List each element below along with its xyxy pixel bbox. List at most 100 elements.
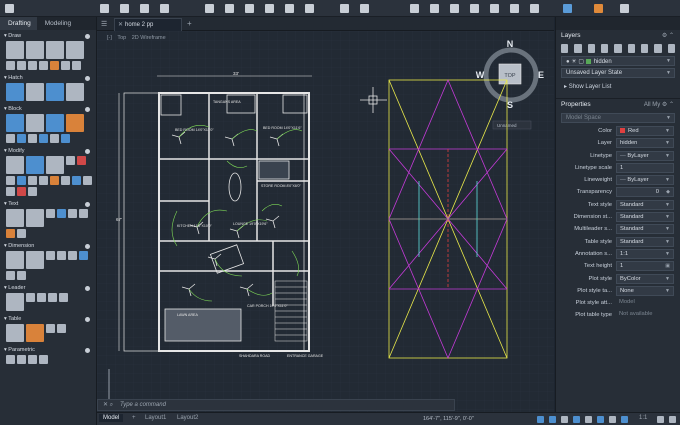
layer-state-select[interactable]: Unsaved Layer State ▼ <box>561 68 675 78</box>
property-value[interactable]: — ByLayer ▼ <box>616 175 674 186</box>
property-value[interactable]: 1 <box>616 162 674 173</box>
ortho-toggle-icon[interactable] <box>573 416 580 423</box>
rotate-tool-icon[interactable] <box>46 156 64 174</box>
block-attribute-icon[interactable] <box>66 114 84 132</box>
trim-tool-icon[interactable] <box>39 176 48 185</box>
layer-lock-icon[interactable] <box>614 44 622 53</box>
stepper-icon[interactable]: ◆ <box>666 189 670 195</box>
menu-icon[interactable] <box>5 4 14 13</box>
break-tool-icon[interactable] <box>17 187 26 196</box>
property-value[interactable]: None ▼ <box>616 285 674 296</box>
leader-section-header[interactable]: ▾ Leader <box>4 284 92 293</box>
customization-icon[interactable] <box>669 416 676 423</box>
wave-tool-icon[interactable] <box>17 61 26 70</box>
model-space-icon[interactable] <box>537 416 544 423</box>
fillet-tool-icon[interactable] <box>61 176 70 185</box>
show-constraints-icon[interactable] <box>39 355 48 364</box>
save-icon[interactable] <box>140 4 149 13</box>
dimension-section-header[interactable]: ▾ Dimension <box>4 242 92 251</box>
polyline-tool-icon[interactable] <box>26 41 44 59</box>
annotation-scale[interactable]: 1:1 <box>639 415 647 421</box>
open-icon[interactable] <box>120 4 129 13</box>
pick-point-icon[interactable]: ▣ <box>665 263 670 269</box>
collect-leader-icon[interactable] <box>59 293 68 302</box>
measure-icon[interactable] <box>490 4 499 13</box>
join-tool-icon[interactable] <box>28 187 37 196</box>
gradient-tool-icon[interactable] <box>26 83 44 101</box>
annotation-toggle-icon[interactable] <box>621 416 628 423</box>
arc-tool-icon[interactable] <box>66 41 84 59</box>
block-section-header[interactable]: ▾ Block <box>4 105 92 114</box>
text-justify-icon[interactable] <box>17 229 26 238</box>
properties-tab-icon[interactable] <box>594 4 603 13</box>
property-value[interactable]: Red ▼ <box>616 126 674 136</box>
quick-dimension-icon[interactable] <box>17 271 26 280</box>
layers-toolbar-icon[interactable] <box>410 4 419 13</box>
visual-style[interactable]: 2D Wireframe <box>132 35 166 41</box>
block-editor-icon[interactable] <box>61 134 70 143</box>
property-value[interactable]: 1 ▣ <box>616 261 674 272</box>
text-section-header[interactable]: ▾ Text <box>4 200 92 209</box>
filter-my[interactable]: My <box>652 102 660 108</box>
line-tool-icon[interactable] <box>6 41 24 59</box>
zoom-icon[interactable] <box>450 4 459 13</box>
section-options-icon[interactable] <box>85 317 90 322</box>
current-layer-select[interactable]: ● ☀ ▢ hidden ▼ <box>561 56 675 66</box>
view-icon[interactable] <box>530 4 539 13</box>
ellipse-tool-icon[interactable] <box>28 61 37 70</box>
aligned-dimension-icon[interactable] <box>26 251 44 269</box>
continue-dimension-icon[interactable] <box>6 271 15 280</box>
orbit-icon[interactable] <box>470 4 479 13</box>
compass-south[interactable]: S <box>507 100 513 110</box>
hatch-section-header[interactable]: ▾ Hatch <box>4 74 92 83</box>
compass-east[interactable]: E <box>538 70 544 80</box>
workspace-icon[interactable] <box>657 416 664 423</box>
radius-dimension-icon[interactable] <box>57 251 66 260</box>
share-icon[interactable] <box>265 4 274 13</box>
copy-tool-icon[interactable] <box>26 156 44 174</box>
add-leader-icon[interactable] <box>26 293 35 302</box>
find-text-icon[interactable] <box>57 209 66 218</box>
new-icon[interactable] <box>100 4 109 13</box>
snap-toggle-icon[interactable] <box>561 416 568 423</box>
property-value[interactable]: Standard ▼ <box>616 199 674 210</box>
hatch-tool-icon[interactable] <box>6 83 24 101</box>
viewport-controls[interactable]: [-] Top 2D Wireframe <box>107 35 170 41</box>
constraint-icon[interactable] <box>6 355 15 364</box>
viewport-menu-icon[interactable]: [-] <box>107 35 112 41</box>
layer-isolate-icon[interactable] <box>627 44 635 53</box>
draw-section-header[interactable]: ▾ Draw <box>4 32 92 41</box>
blocks-tab-icon[interactable] <box>620 4 629 13</box>
section-options-icon[interactable] <box>85 286 90 291</box>
compass-west[interactable]: W <box>476 70 485 80</box>
table-section-header[interactable]: ▾ Table <box>4 315 92 324</box>
filter-all[interactable]: All <box>644 102 651 108</box>
publish-icon[interactable] <box>285 4 294 13</box>
table-style-icon[interactable] <box>26 324 44 342</box>
tab-layout1[interactable]: Layout1 <box>145 415 166 421</box>
offset-tool-icon[interactable] <box>28 176 37 185</box>
explode-tool-icon[interactable] <box>83 176 92 185</box>
layer-freeze-icon[interactable] <box>600 44 609 53</box>
mirror-tool-icon[interactable] <box>6 176 15 185</box>
insert-block-icon[interactable] <box>6 114 24 132</box>
multiline-text-icon[interactable] <box>6 209 24 227</box>
tab-layout2[interactable]: Layout2 <box>177 415 198 421</box>
add-layout-icon[interactable]: + <box>132 415 136 421</box>
view-name[interactable]: Top <box>117 35 126 41</box>
chamfer-tool-icon[interactable] <box>72 176 81 185</box>
drawing-canvas[interactable]: TOP N E S W Unnamed 33' 67' TANGANS AREA… <box>97 31 554 412</box>
delete-layer-icon[interactable] <box>574 44 582 53</box>
property-value[interactable]: hidden ▼ <box>616 138 674 149</box>
linear-dimension-icon[interactable] <box>6 251 24 269</box>
layers-options-icon[interactable]: ⚙ ⌃ <box>662 30 674 42</box>
text-scale-icon[interactable] <box>6 229 15 238</box>
section-options-icon[interactable] <box>85 34 90 39</box>
lineweight-toggle-icon[interactable] <box>609 416 616 423</box>
property-value[interactable]: 1:1 ▼ <box>616 248 674 259</box>
section-options-icon[interactable] <box>85 76 90 81</box>
save-as-icon[interactable] <box>160 4 169 13</box>
polar-toggle-icon[interactable] <box>585 416 592 423</box>
multileader-icon[interactable] <box>6 293 24 311</box>
spell-check-icon[interactable] <box>68 209 77 218</box>
